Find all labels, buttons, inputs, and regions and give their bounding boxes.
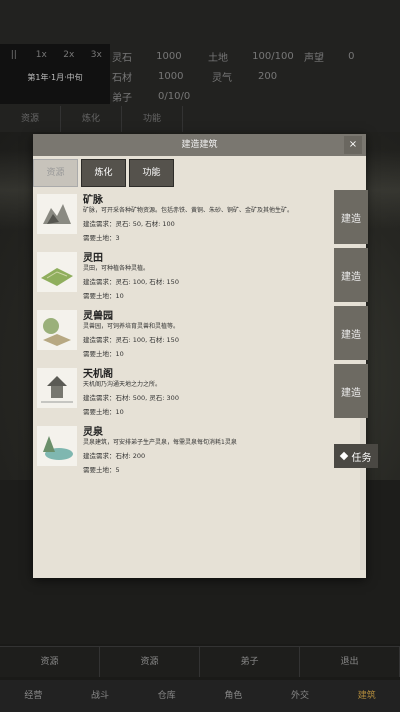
stat-label: 石材	[112, 72, 132, 84]
building-requirement: 建造需求：灵石: 50, 石材: 100	[83, 220, 175, 228]
field-image	[37, 252, 77, 292]
nav-exit[interactable]: 退出	[300, 647, 400, 677]
stat-label: 声望	[304, 52, 324, 64]
nav-warehouse[interactable]: 仓库	[133, 680, 200, 712]
build-button-field[interactable]: 建造	[334, 248, 368, 302]
bg-tab-refine[interactable]: 炼化	[61, 106, 122, 132]
bg-tab-function[interactable]: 功能	[122, 106, 183, 132]
resource-stats: 灵石 1000 土地 100/100 声望 0 石材 1000 灵气 200 弟子 0/10…	[112, 46, 400, 106]
building-item-spring: 灵泉 灵泉建筑，可安排弟子生产灵泉，每需灵泉每旬消耗1灵泉 建造需求：石材: 2…	[33, 422, 333, 480]
mine-image	[37, 194, 77, 234]
speed-panel: || 1x 2x 3x 第1年·1月·中旬	[0, 44, 110, 104]
bg-tab-resource[interactable]: 资源	[0, 106, 61, 132]
speed-3x-button[interactable]: 3x	[83, 50, 111, 60]
stat-value: 0/10/0	[158, 90, 191, 102]
bottom-main-nav: 经营 战斗 仓库 角色 外交 建筑	[0, 680, 400, 712]
stat-label: 土地	[208, 52, 228, 64]
building-list: 矿脉 矿脉，可开采各种矿物资源。包括赤铁、黄铜、朱砂、铜矿、金矿及其他生矿。 建…	[33, 190, 333, 480]
building-name: 灵兽园	[83, 311, 113, 322]
building-desc: 天机阁乃沟通天地之力之所。	[83, 381, 162, 388]
tab-resource[interactable]: 资源	[33, 159, 78, 187]
stat-label: 灵气	[212, 72, 232, 84]
stat-label: 灵石	[112, 52, 132, 64]
beast-garden-image	[37, 310, 77, 350]
building-requirement: 建造需求：灵石: 100, 石材: 150	[83, 336, 179, 344]
building-requirement: 建造需求：石材: 500, 灵石: 300	[83, 394, 179, 402]
tab-refine[interactable]: 炼化	[81, 159, 126, 187]
nav-resource-2[interactable]: 资源	[100, 647, 200, 677]
task-label: 任务	[351, 452, 372, 464]
close-button[interactable]: ×	[344, 136, 362, 154]
nav-character[interactable]: 角色	[200, 680, 267, 712]
background-tabs: 资源 炼化 功能	[0, 106, 400, 132]
nav-diplomacy[interactable]: 外交	[267, 680, 334, 712]
build-button-pavilion[interactable]: 建造	[334, 364, 368, 418]
build-button-mine[interactable]: 建造	[334, 190, 368, 244]
nav-manage[interactable]: 经营	[0, 680, 67, 712]
building-name: 灵泉	[83, 427, 103, 438]
pause-button[interactable]: ||	[0, 50, 28, 60]
building-land: 需要土地：10	[83, 292, 124, 300]
building-land: 需要土地：3	[83, 234, 120, 242]
building-item-beast-garden: 灵兽园 灵兽园，可饲养培育灵兽和灵植等。 建造需求：灵石: 100, 石材: 1…	[33, 306, 333, 364]
nav-disciples[interactable]: 弟子	[200, 647, 300, 677]
build-button-beast-garden[interactable]: 建造	[334, 306, 368, 360]
build-button-column: 建造 建造 建造 建造	[334, 190, 368, 422]
nav-resource-1[interactable]: 资源	[0, 647, 100, 677]
tab-function[interactable]: 功能	[129, 159, 174, 187]
building-name: 天机阁	[83, 369, 113, 380]
nav-battle[interactable]: 战斗	[67, 680, 134, 712]
building-land: 需要土地：10	[83, 408, 124, 416]
stat-value: 200	[258, 70, 278, 82]
building-desc: 灵田，可种植各种灵植。	[83, 265, 150, 272]
nav-building[interactable]: 建筑	[333, 680, 400, 712]
spring-image	[37, 426, 77, 466]
speed-1x-button[interactable]: 1x	[28, 50, 56, 60]
building-desc: 矿脉，可开采各种矿物资源。包括赤铁、黄铜、朱砂、铜矿、金矿及其他生矿。	[83, 207, 294, 214]
build-modal: 建造建筑 × 资源 炼化 功能 矿脉 矿脉，可开采各种矿物资源。包括赤铁、黄铜、…	[33, 134, 366, 578]
building-requirement: 建造需求：灵石: 100, 石材: 150	[83, 278, 179, 286]
building-land: 需要土地：5	[83, 466, 120, 474]
pavilion-image	[37, 368, 77, 408]
modal-title: 建造建筑	[181, 140, 218, 150]
game-date: 第1年·1月·中旬	[27, 73, 83, 82]
building-desc: 灵泉建筑，可安排弟子生产灵泉，每需灵泉每旬消耗1灵泉	[83, 439, 237, 446]
building-requirement: 建造需求：石材: 200	[83, 452, 146, 460]
stat-value: 100/100	[252, 50, 294, 62]
task-button[interactable]: 任务	[334, 444, 378, 468]
building-name: 灵田	[83, 253, 103, 264]
building-item-pavilion: 天机阁 天机阁乃沟通天地之力之所。 建造需求：石材: 500, 灵石: 300 …	[33, 364, 333, 422]
stat-value: 1000	[158, 70, 184, 82]
modal-header: 建造建筑 ×	[33, 134, 366, 156]
stat-value: 1000	[156, 50, 182, 62]
bottom-secondary-nav: 资源 资源 弟子 退出	[0, 646, 400, 677]
stat-value: 0	[348, 50, 355, 62]
diamond-icon	[339, 451, 348, 461]
building-name: 矿脉	[83, 195, 103, 206]
building-item-mine: 矿脉 矿脉，可开采各种矿物资源。包括赤铁、黄铜、朱砂、铜矿、金矿及其他生矿。 建…	[33, 190, 333, 248]
building-item-field: 灵田 灵田，可种植各种灵植。 建造需求：灵石: 100, 石材: 150 需要土…	[33, 248, 333, 306]
stat-label: 弟子	[112, 92, 132, 104]
speed-2x-button[interactable]: 2x	[55, 50, 83, 60]
category-tabs: 资源 炼化 功能	[33, 157, 174, 187]
building-desc: 灵兽园，可饲养培育灵兽和灵植等。	[83, 323, 180, 330]
building-land: 需要土地：10	[83, 350, 124, 358]
